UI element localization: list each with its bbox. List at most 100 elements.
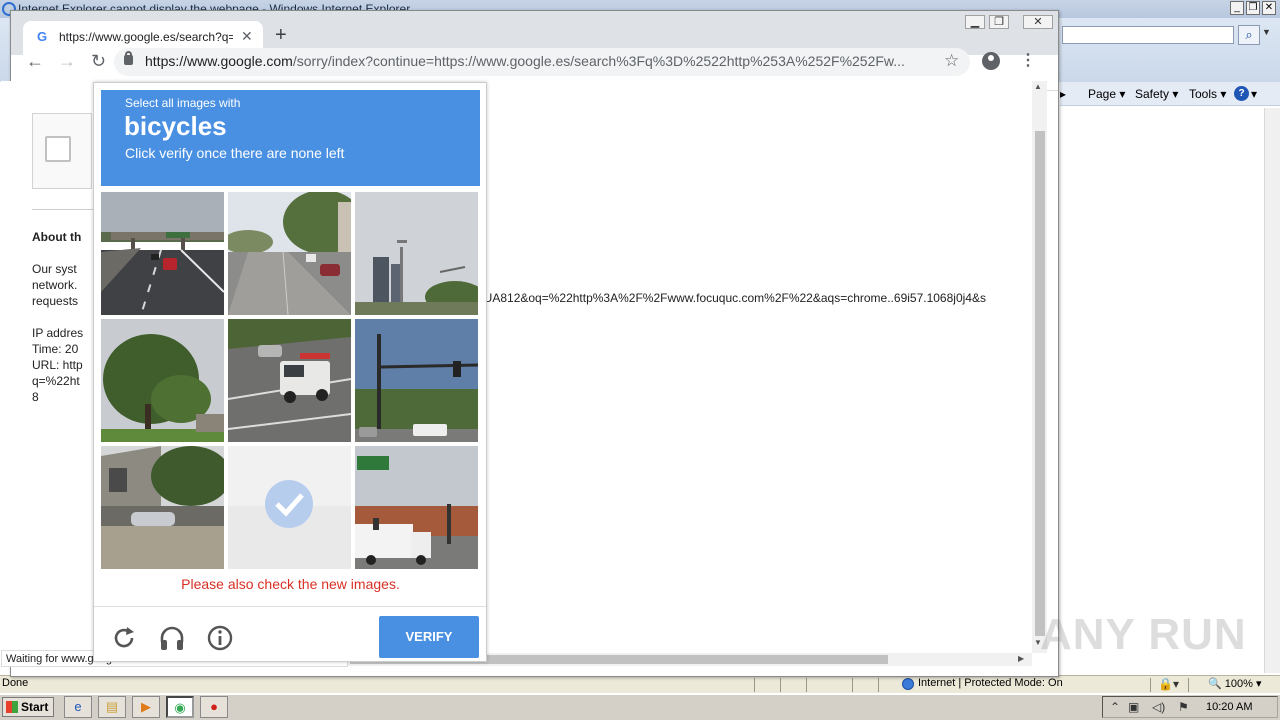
challenge-instruction: Click verify once there are none left [125,145,345,161]
status-divider [1188,678,1189,692]
detail-line: Time: 20 [32,342,79,356]
flag-icon[interactable]: ⚑ [1178,700,1189,714]
minimize-icon[interactable]: _ [1230,1,1244,15]
globe-icon [902,678,914,690]
bookmark-star-icon[interactable]: ☆ [944,51,959,71]
status-divider [754,678,755,692]
volume-icon[interactable]: ◁) [1152,700,1165,714]
about-heading: About th [32,230,82,244]
image-tile[interactable] [228,192,351,315]
close-icon[interactable]: ✕ [1262,1,1276,15]
tools-menu-label: Tools [1189,87,1218,101]
image-tile[interactable] [355,192,478,315]
ie-security-zone: Internet | Protected Mode: On [918,677,1063,689]
status-divider [780,678,781,692]
new-tab-icon[interactable]: + [275,25,287,45]
chevron-down-icon[interactable]: ▼ [1262,27,1271,37]
verify-button[interactable]: VERIFY [379,616,479,658]
help-chevron-icon[interactable]: ▾ [1251,87,1257,101]
image-tile[interactable] [101,446,224,569]
network-icon[interactable]: ▣ [1128,700,1139,714]
detail-line: 8 [32,390,39,404]
restore-icon[interactable]: ❐ [1246,1,1260,15]
restore-icon[interactable]: ❐ [989,15,1009,29]
highway-overpass-image [101,192,224,315]
image-tile[interactable] [355,319,478,442]
body-line: network. [32,278,78,292]
status-divider [806,678,807,692]
close-window-icon[interactable]: ✕ [1023,15,1053,29]
forward-icon[interactable]: → [58,50,76,72]
challenge-prompt: Select all images with [125,96,241,110]
long-url-text: 2UA812&oq=%22http%3A%2F%2Fwww.focuquc.co… [477,291,986,305]
image-tile[interactable] [228,319,351,442]
ie-scrollbar[interactable] [1264,108,1280,673]
safety-menu[interactable]: Safety ▾ [1135,87,1178,101]
pickup-truck-image [228,319,351,442]
recaptcha-checkbox[interactable] [45,136,71,162]
tree-image [101,319,224,442]
url-domain: https://www.google.com [145,53,293,69]
help-icon[interactable]: ? [1234,86,1249,101]
detail-line: IP addres [32,326,84,340]
image-tile[interactable] [355,446,478,569]
zoom-level[interactable]: 🔍 100% ▾ [1208,677,1261,690]
image-tile[interactable] [101,319,224,442]
windows-logo-icon [6,701,18,713]
safety-menu-label: Safety [1135,87,1170,101]
buildings-sky-image [355,192,478,315]
lock-status-icon[interactable]: 🔒▾ [1158,677,1179,691]
status-divider [1150,678,1151,692]
back-icon[interactable]: ← [26,50,44,72]
info-icon[interactable] [206,624,234,652]
url-text[interactable]: https://www.google.com/sorry/index?conti… [145,53,931,69]
house-car-image [101,446,224,569]
start-label: Start [21,700,49,714]
scrollbar-thumb[interactable] [1035,131,1045,636]
minimize-icon[interactable]: ▁ [965,15,985,29]
tray-expand-icon[interactable]: ⌃ [1110,700,1120,714]
loading-tile-image [228,446,351,569]
tools-menu[interactable]: Tools ▾ [1189,87,1226,101]
ie-home-chevron[interactable]: ▸ [1060,87,1066,101]
tab-title: https://www.google.es/search?q=% [59,30,233,44]
google-favicon-icon: G [37,29,48,44]
ie-statusbar [0,675,1280,693]
reload-icon[interactable]: ↻ [91,50,106,72]
ie-search-input[interactable] [1062,26,1234,44]
page-menu-label: Page [1088,87,1117,101]
image-tile-selected[interactable] [228,446,351,569]
body-line: requests [32,294,79,308]
headphones-icon[interactable] [158,624,186,652]
reload-icon[interactable] [110,624,138,652]
ie-taskbar-icon[interactable]: e [64,696,92,718]
clock: 10:20 AM [1206,701,1253,713]
challenge-object: bicycles [124,111,227,141]
folder-taskbar-icon[interactable]: ▤ [98,696,126,718]
lock-icon[interactable] [124,55,133,65]
traffic-light-image [355,319,478,442]
image-tile[interactable] [101,192,224,315]
watermark-logo: ANY RUN [1040,610,1247,659]
status-divider [852,678,853,692]
media-player-taskbar-icon[interactable]: ▶ [132,696,160,718]
search-icon[interactable]: ⌕ [1238,25,1260,45]
divider [32,209,102,210]
opera-taskbar-icon[interactable]: ● [200,696,228,718]
error-message: Please also check the new images. [181,576,400,592]
street-sign-truck-image [355,446,478,569]
chrome-taskbar-icon[interactable]: ◉ [166,696,194,718]
kebab-menu-icon[interactable]: ⋮ [1020,50,1036,70]
scroll-right-icon[interactable]: ▶ [1018,654,1024,663]
road-with-cars-image [228,192,351,315]
page-menu[interactable]: Page ▾ [1088,87,1125,101]
scroll-up-icon[interactable]: ▲ [1034,82,1042,91]
divider [94,606,486,607]
close-tab-icon[interactable]: ✕ [241,28,253,45]
url-path: /sorry/index?continue=https://www.google… [292,53,905,69]
ie-status-text: Done [2,677,29,689]
zoom-value: 100% [1224,678,1253,690]
detail-line: q=%22ht [32,374,80,388]
status-divider [878,678,879,692]
body-line: Our syst [32,262,77,276]
